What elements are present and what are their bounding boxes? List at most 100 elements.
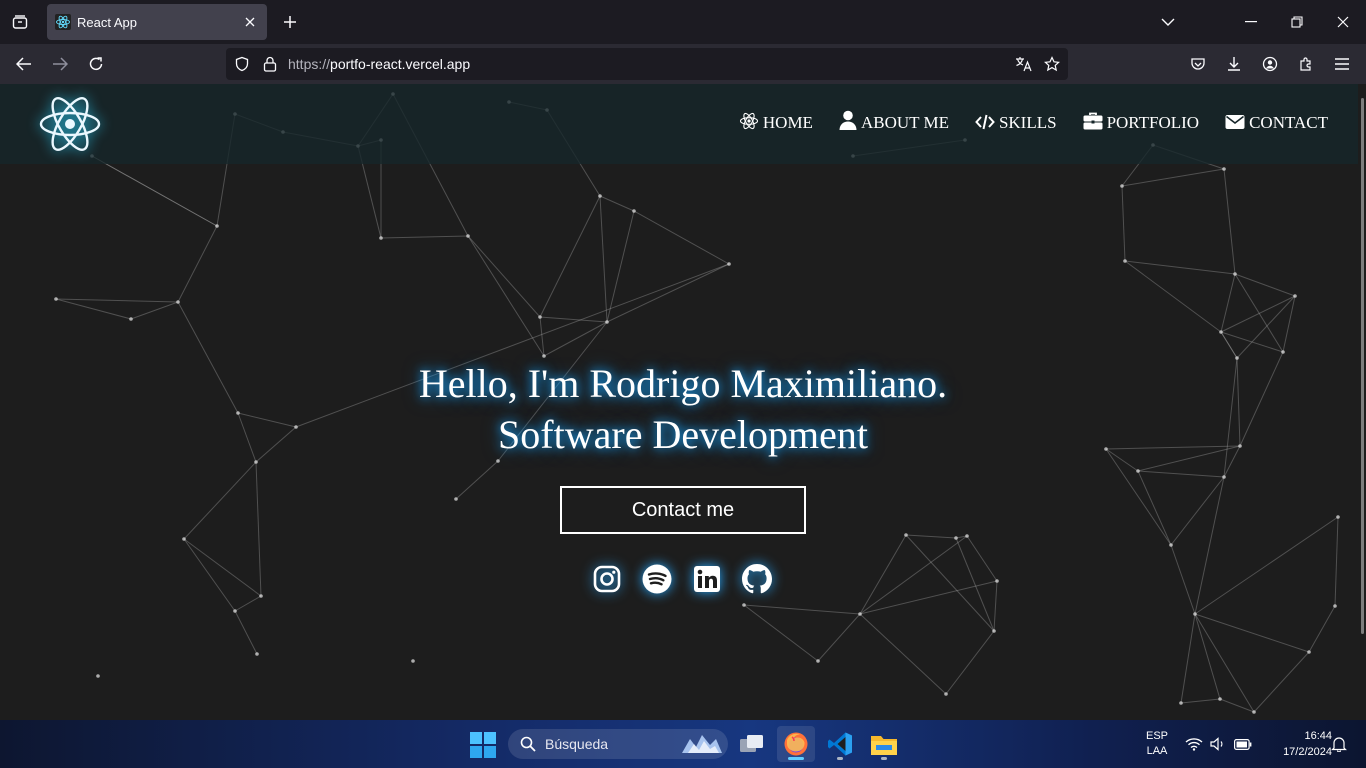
network-link [234, 595, 262, 612]
network-node [1179, 701, 1183, 705]
network-link [1170, 476, 1225, 546]
reload-icon[interactable] [82, 50, 110, 78]
network-link [380, 235, 469, 239]
bookmark-star-icon[interactable] [1042, 54, 1062, 74]
network-link [1124, 260, 1222, 333]
task-view-icon[interactable] [733, 726, 771, 762]
network-node [1307, 650, 1311, 654]
input-language[interactable]: ESP LAA [1140, 729, 1174, 759]
lang-layout: LAA [1146, 745, 1168, 757]
network-link [255, 461, 262, 597]
network-link [1121, 185, 1126, 262]
network-node [632, 209, 636, 213]
network-link [1194, 476, 1225, 615]
account-icon[interactable] [1256, 50, 1284, 78]
list-all-tabs-icon[interactable] [1153, 8, 1183, 36]
vscode-icon[interactable] [821, 726, 859, 762]
firefox-icon[interactable] [777, 726, 815, 762]
contact-me-button[interactable]: Contact me [560, 486, 806, 534]
clock-date: 17/2/2024 [1283, 746, 1332, 758]
network-link [743, 604, 819, 662]
forward-icon[interactable] [46, 50, 74, 78]
network-link [467, 235, 541, 318]
react-atom-icon [739, 112, 758, 130]
network-link [177, 225, 218, 303]
lock-icon[interactable] [260, 54, 280, 74]
network-link [183, 538, 262, 597]
battery-icon[interactable] [1233, 734, 1253, 754]
network-link [183, 538, 236, 612]
close-tab-icon[interactable] [241, 13, 259, 31]
address-bar[interactable]: https://portfo-react.vercel.app [226, 48, 1068, 80]
code-icon [975, 114, 995, 130]
active-indicator [788, 757, 804, 760]
notification-bell-icon[interactable] [1329, 734, 1349, 754]
browser-tab[interactable]: React App [47, 4, 267, 40]
network-link [543, 321, 608, 357]
back-icon[interactable] [10, 50, 38, 78]
system-clock[interactable]: 16:44 17/2/2024 [1262, 728, 1332, 760]
linkedin-icon[interactable] [692, 563, 722, 595]
network-link [539, 195, 601, 318]
downloads-icon[interactable] [1220, 50, 1248, 78]
react-logo-icon[interactable] [38, 96, 102, 152]
tab-list-icon[interactable] [6, 8, 34, 36]
network-node [1218, 697, 1222, 701]
network-link [606, 263, 730, 323]
github-icon[interactable] [742, 563, 772, 595]
network-link [55, 298, 179, 303]
network-link [599, 195, 635, 212]
network-link [955, 537, 995, 632]
network-node [1136, 469, 1140, 473]
close-window-icon[interactable] [1328, 8, 1358, 36]
menu-icon[interactable] [1328, 50, 1356, 78]
file-explorer-icon[interactable] [865, 726, 903, 762]
nav-skills[interactable]: SKILLS [975, 110, 1057, 133]
network-link [993, 580, 998, 632]
minimize-icon[interactable] [1236, 8, 1266, 36]
nav-portfolio-label: PORTFOLIO [1106, 113, 1200, 132]
network-link [743, 604, 861, 615]
nav-home[interactable]: HOME [739, 110, 813, 133]
translate-icon[interactable] [1014, 54, 1034, 74]
site-header: HOME ABOUT ME SKILLS PORTFOLIO CONTACT [0, 84, 1358, 164]
nav-about[interactable]: ABOUT ME [839, 110, 949, 133]
network-node [1222, 475, 1226, 479]
spotify-icon[interactable] [642, 563, 672, 595]
network-link [1194, 613, 1221, 700]
network-node [233, 609, 237, 613]
network-link [905, 534, 995, 632]
restore-icon[interactable] [1282, 8, 1312, 36]
network-link [234, 610, 258, 655]
nav-portfolio[interactable]: PORTFOLIO [1083, 110, 1200, 133]
network-node [1169, 543, 1173, 547]
windows-start-icon[interactable] [470, 732, 496, 758]
react-favicon-icon [55, 14, 71, 30]
clock-time: 16:44 [1304, 730, 1332, 742]
new-tab-icon[interactable] [278, 9, 302, 35]
network-link [1282, 295, 1296, 353]
network-link [1236, 295, 1296, 359]
network-node [1293, 294, 1297, 298]
network-node [379, 236, 383, 240]
network-node [96, 674, 100, 678]
wifi-icon[interactable] [1184, 734, 1204, 754]
hero-section: Hello, I'm Rodrigo Maximiliano. Software… [0, 358, 1366, 460]
network-link [817, 613, 861, 662]
taskbar-search[interactable]: Búsqueda [508, 729, 728, 759]
extensions-icon[interactable] [1292, 50, 1320, 78]
network-link [1121, 168, 1225, 187]
pocket-icon[interactable] [1184, 50, 1212, 78]
network-link [1220, 273, 1236, 333]
shield-icon[interactable] [232, 54, 252, 74]
network-node [259, 594, 263, 598]
volume-icon[interactable] [1208, 734, 1228, 754]
instagram-icon[interactable] [592, 563, 622, 595]
network-link [1220, 295, 1296, 333]
briefcase-icon [1083, 112, 1103, 130]
envelope-icon [1225, 115, 1245, 129]
network-link [859, 580, 998, 615]
nav-contact[interactable]: CONTACT [1225, 110, 1328, 133]
network-node [944, 692, 948, 696]
user-icon [839, 110, 857, 130]
